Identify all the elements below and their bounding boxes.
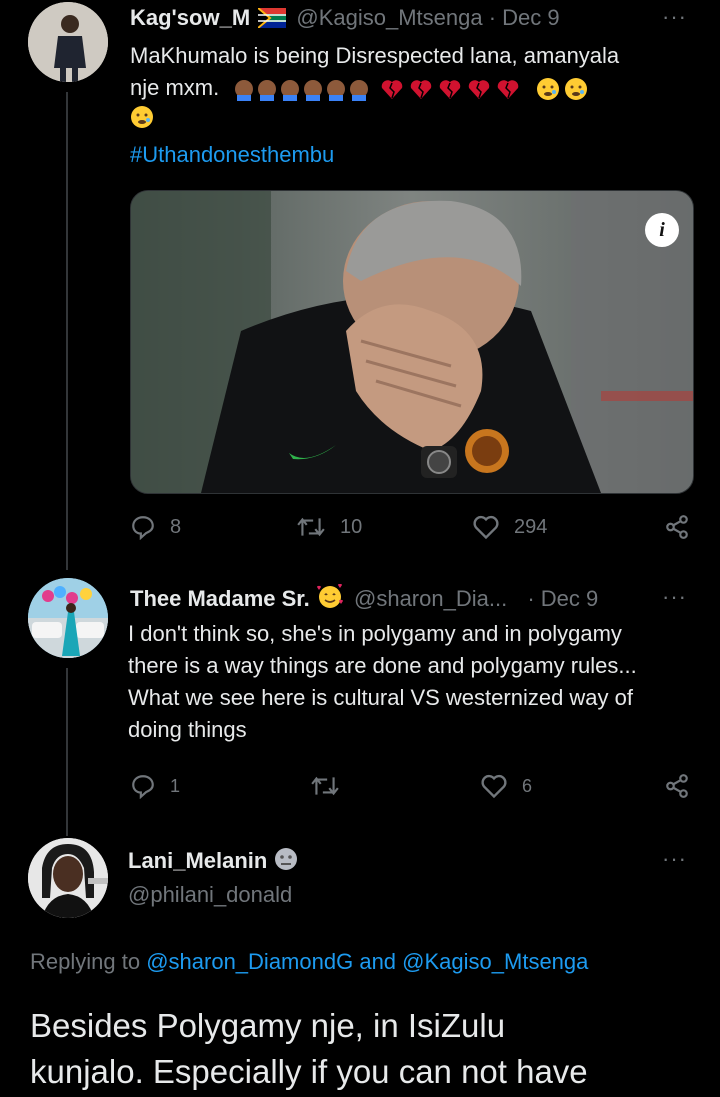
tweet-text-fragment: nje mxm. bbox=[130, 75, 220, 100]
tweet1-text: MaKhumalo is being Disrespected lana, am… bbox=[130, 40, 690, 171]
avatar-thee-madame[interactable] bbox=[28, 578, 108, 658]
tweet3-text: Besides Polygamy nje, in IsiZulu kunjalo… bbox=[30, 1003, 588, 1095]
hashtag-link[interactable]: #Uthandonesthembu bbox=[130, 139, 690, 171]
replying-and: and bbox=[359, 949, 397, 974]
crying-face-icon bbox=[131, 106, 153, 128]
tweet-text-line: doing things bbox=[128, 717, 247, 742]
retweet-icon bbox=[297, 517, 325, 537]
display-name[interactable]: Kag'sow_M bbox=[130, 5, 250, 30]
like-icon bbox=[473, 515, 499, 540]
like-count: 294 bbox=[514, 515, 548, 538]
broken-heart-emoji-row bbox=[380, 77, 530, 101]
display-name[interactable]: Lani_Melanin bbox=[128, 848, 267, 873]
like-count: 6 bbox=[522, 775, 533, 796]
reply-button[interactable]: 8 bbox=[130, 514, 181, 540]
info-icon[interactable]: i bbox=[645, 213, 679, 247]
share-button[interactable] bbox=[664, 514, 690, 540]
avatar-lani-melanin-image bbox=[28, 838, 108, 918]
tweet-text-line: there is a way things are done and polyg… bbox=[128, 653, 637, 678]
tweet-text-line: Besides Polygamy nje, in IsiZulu bbox=[30, 1007, 506, 1044]
thread-line bbox=[66, 92, 68, 570]
south-africa-flag-icon bbox=[257, 7, 287, 29]
handle[interactable]: @sharon_Dia... bbox=[354, 586, 507, 611]
tweet-text-line: kunjalo. Especially if you can not have bbox=[30, 1053, 588, 1090]
retweet-icon bbox=[311, 776, 339, 796]
mention-link[interactable]: @sharon_DiamondG bbox=[146, 949, 353, 974]
tweet1-header: Kag'sow_M @Kagiso_Mtsenga · Dec 9 bbox=[130, 4, 560, 32]
crying-face-icon bbox=[536, 78, 587, 101]
broken-heart-icon bbox=[381, 80, 518, 100]
tweet-media-image[interactable]: i bbox=[130, 190, 694, 494]
reply-count: 8 bbox=[170, 515, 182, 538]
more-icon[interactable]: ··· bbox=[662, 4, 687, 30]
timestamp[interactable]: · Dec 9 bbox=[527, 586, 598, 611]
avatar-kagiso-image bbox=[28, 2, 108, 82]
reply-button[interactable]: 1 bbox=[130, 773, 180, 799]
crying-face-emoji-line bbox=[130, 104, 690, 139]
mention-link[interactable]: @Kagiso_Mtsenga bbox=[402, 949, 588, 974]
avatar-lani-melanin[interactable] bbox=[28, 838, 108, 918]
like-button[interactable]: 6 bbox=[480, 773, 532, 799]
avatar-kagiso[interactable] bbox=[28, 2, 108, 82]
tweet2-header: Thee Madame Sr. @sharon_Dia... · Dec 9 bbox=[130, 583, 598, 617]
timestamp[interactable]: · Dec 9 bbox=[489, 5, 560, 30]
handle[interactable]: @philani_donald bbox=[128, 880, 299, 910]
neutral-face-icon bbox=[273, 846, 299, 880]
avatar-thee-madame-image bbox=[28, 578, 108, 658]
share-button[interactable] bbox=[664, 773, 690, 799]
tweet-text-line: I don't think so, she's in polygamy and … bbox=[128, 621, 622, 646]
reply-icon bbox=[132, 516, 154, 540]
handle[interactable]: @Kagiso_Mtsenga bbox=[296, 5, 482, 30]
more-icon[interactable]: ··· bbox=[662, 846, 687, 872]
tweet2-text: I don't think so, she's in polygamy and … bbox=[128, 618, 698, 746]
share-icon bbox=[666, 515, 688, 539]
display-name[interactable]: Thee Madame Sr. bbox=[130, 586, 310, 611]
retweet-button[interactable]: 10 bbox=[296, 514, 362, 540]
thread-line bbox=[66, 668, 68, 836]
retweet-button[interactable] bbox=[310, 773, 340, 799]
reply-count: 1 bbox=[170, 775, 181, 796]
tweet3-header: Lani_Melanin @philani_donald bbox=[128, 846, 299, 910]
man-facepalm-photo bbox=[131, 191, 693, 493]
tweet-text-line-with-emoji: nje mxm. bbox=[130, 72, 690, 104]
tweet-text-line: MaKhumalo is being Disrespected lana, am… bbox=[130, 43, 620, 68]
more-icon[interactable]: ··· bbox=[662, 584, 687, 610]
like-icon bbox=[481, 774, 507, 799]
retweet-count: 10 bbox=[340, 515, 363, 538]
like-button[interactable]: 294 bbox=[472, 514, 547, 540]
info-icon-label: i bbox=[659, 219, 665, 241]
share-icon bbox=[666, 774, 688, 798]
tweet-text-line: What we see here is cultural VS westerni… bbox=[128, 685, 634, 710]
reply-icon bbox=[132, 775, 154, 799]
replying-to: Replying to @sharon_DiamondG and @Kagiso… bbox=[30, 946, 588, 978]
smiling-face-hearts-icon bbox=[316, 583, 344, 617]
facepalm-emoji-row bbox=[233, 77, 373, 102]
crying-face-emoji-row bbox=[536, 77, 592, 101]
replying-to-label: Replying to bbox=[30, 949, 141, 974]
facepalm-emoji-icon bbox=[235, 80, 369, 102]
